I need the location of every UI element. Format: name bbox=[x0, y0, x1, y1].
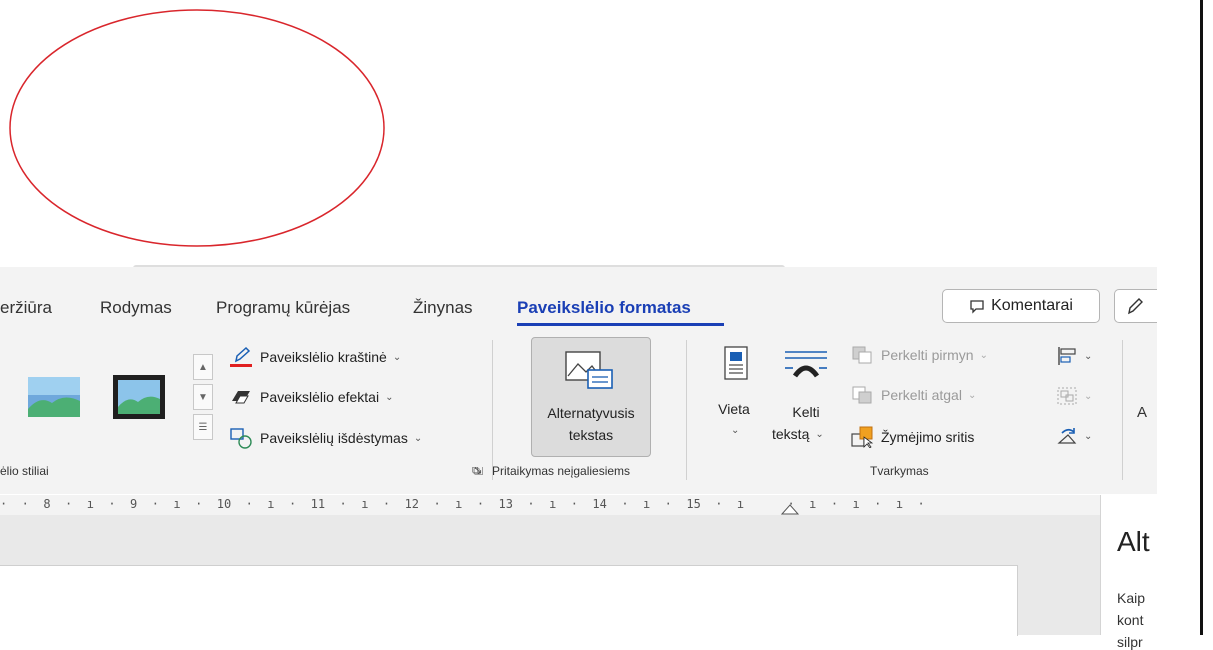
wrap-text-button[interactable]: tekstą ⌄ bbox=[772, 426, 824, 442]
gallery-scroll-down[interactable]: ▼ bbox=[193, 384, 213, 410]
picture-layout-button[interactable]: Paveikslėlių išdėstymas ⌄ bbox=[228, 426, 422, 450]
wrap-text-label-line1[interactable]: Kelti bbox=[778, 404, 834, 420]
screenshot-border bbox=[1200, 0, 1203, 635]
alt-text-label-line2: tekstas bbox=[568, 427, 614, 443]
chevron-down-icon: ⌄ bbox=[967, 389, 977, 401]
tab-help[interactable]: Žinynas bbox=[413, 298, 473, 318]
pane-text-line: silpr bbox=[1117, 634, 1143, 650]
tab-view[interactable]: Rodymas bbox=[100, 298, 172, 318]
pen-border-icon bbox=[230, 346, 252, 367]
overflow-group-letter: A bbox=[1137, 404, 1148, 421]
pane-text-line: Kaip bbox=[1117, 590, 1146, 606]
picture-style-thumbnail-framed[interactable] bbox=[113, 371, 165, 423]
gallery-scroll-up[interactable]: ▲ bbox=[193, 354, 213, 380]
wrap-text-label-line2: tekstą bbox=[772, 426, 810, 442]
alt-text-label-line1: Alternatyvusis bbox=[547, 405, 635, 421]
chevron-down-icon: ⌄ bbox=[385, 391, 394, 403]
picture-effects-label: Paveikslėlio efektai bbox=[260, 389, 380, 405]
send-backward-icon bbox=[852, 386, 872, 404]
group-separator bbox=[686, 340, 687, 480]
chevron-down-icon: ⌄ bbox=[392, 351, 402, 363]
group-objects-button[interactable]: ⌄ bbox=[1056, 386, 1092, 406]
gallery-more-button[interactable]: ☰ bbox=[193, 414, 213, 440]
align-button[interactable]: ⌄ bbox=[1056, 346, 1092, 366]
document-page[interactable] bbox=[0, 565, 1018, 636]
picture-style-thumbnail[interactable] bbox=[28, 371, 80, 423]
group-separator bbox=[492, 340, 493, 480]
picture-border-label: Paveikslėlio kraštinė bbox=[260, 349, 387, 365]
comments-button[interactable]: Komentarai bbox=[942, 289, 1100, 323]
selection-pane-icon bbox=[851, 426, 874, 448]
picture-effects-button[interactable]: Paveikslėlio efektai ⌄ bbox=[228, 387, 393, 407]
chevron-down-icon[interactable]: ⌄ bbox=[731, 425, 739, 436]
group-objects-icon bbox=[1057, 387, 1077, 405]
selection-pane-label: Žymėjimo sritis bbox=[881, 429, 975, 445]
comments-label: Komentarai bbox=[991, 297, 1073, 314]
group-separator bbox=[1122, 340, 1123, 480]
chevron-down-icon: ⌄ bbox=[1084, 390, 1093, 402]
tab-developer[interactable]: Programų kūrėjas bbox=[216, 298, 350, 318]
chevron-down-icon: ⌄ bbox=[815, 428, 824, 440]
position-icon bbox=[724, 346, 748, 380]
comment-icon bbox=[970, 299, 984, 314]
framed-image-icon bbox=[113, 375, 165, 419]
align-icon bbox=[1058, 347, 1076, 365]
dialog-launcher-icon-styles[interactable]: ⇲ bbox=[474, 465, 483, 478]
wrap-text-icon bbox=[785, 351, 827, 378]
editing-button[interactable] bbox=[1114, 289, 1157, 323]
selection-pane-button[interactable]: Žymėjimo sritis bbox=[851, 426, 974, 448]
right-margin bbox=[1157, 267, 1200, 635]
active-tab-indicator bbox=[517, 323, 724, 326]
chevron-down-icon: ⌄ bbox=[1084, 350, 1093, 362]
pane-text-line: kont bbox=[1117, 612, 1144, 628]
send-backward-button[interactable]: Perkelti atgal ⌄ bbox=[851, 385, 976, 405]
bring-forward-icon bbox=[852, 346, 872, 364]
group-label-picture-styles: ėlio stiliai bbox=[0, 464, 49, 478]
position-label[interactable]: Vieta bbox=[706, 401, 762, 417]
effects-icon bbox=[232, 391, 250, 404]
chevron-down-icon: ⌄ bbox=[979, 349, 988, 361]
tab-review[interactable]: eržiūra bbox=[0, 298, 52, 318]
chevron-down-icon: ⌄ bbox=[1084, 430, 1093, 442]
picture-layout-icon bbox=[230, 428, 252, 449]
bring-forward-label: Perkelti pirmyn bbox=[881, 347, 974, 363]
indent-marker-icon[interactable] bbox=[781, 503, 799, 515]
send-backward-label: Perkelti atgal bbox=[881, 387, 962, 403]
picture-border-button[interactable]: Paveikslėlio kraštinė ⌄ bbox=[228, 346, 401, 368]
bring-forward-button[interactable]: Perkelti pirmyn ⌄ bbox=[851, 345, 988, 365]
chevron-down-icon: ⌄ bbox=[413, 432, 423, 444]
pen-icon bbox=[1128, 298, 1143, 315]
alt-text-icon bbox=[565, 351, 613, 389]
landscape-image-icon bbox=[28, 377, 80, 417]
picture-layout-label: Paveikslėlių išdėstymas bbox=[260, 430, 408, 446]
group-label-accessibility: Pritaikymas neįgaliesiems bbox=[492, 464, 631, 478]
pane-title: Alt bbox=[1117, 526, 1150, 557]
rotate-button[interactable]: ⌄ bbox=[1056, 426, 1092, 446]
rotate-icon bbox=[1057, 428, 1077, 444]
tab-picture-format[interactable]: Paveikslėlio formatas bbox=[517, 298, 691, 318]
group-label-arrange: Tvarkymas bbox=[870, 464, 929, 478]
